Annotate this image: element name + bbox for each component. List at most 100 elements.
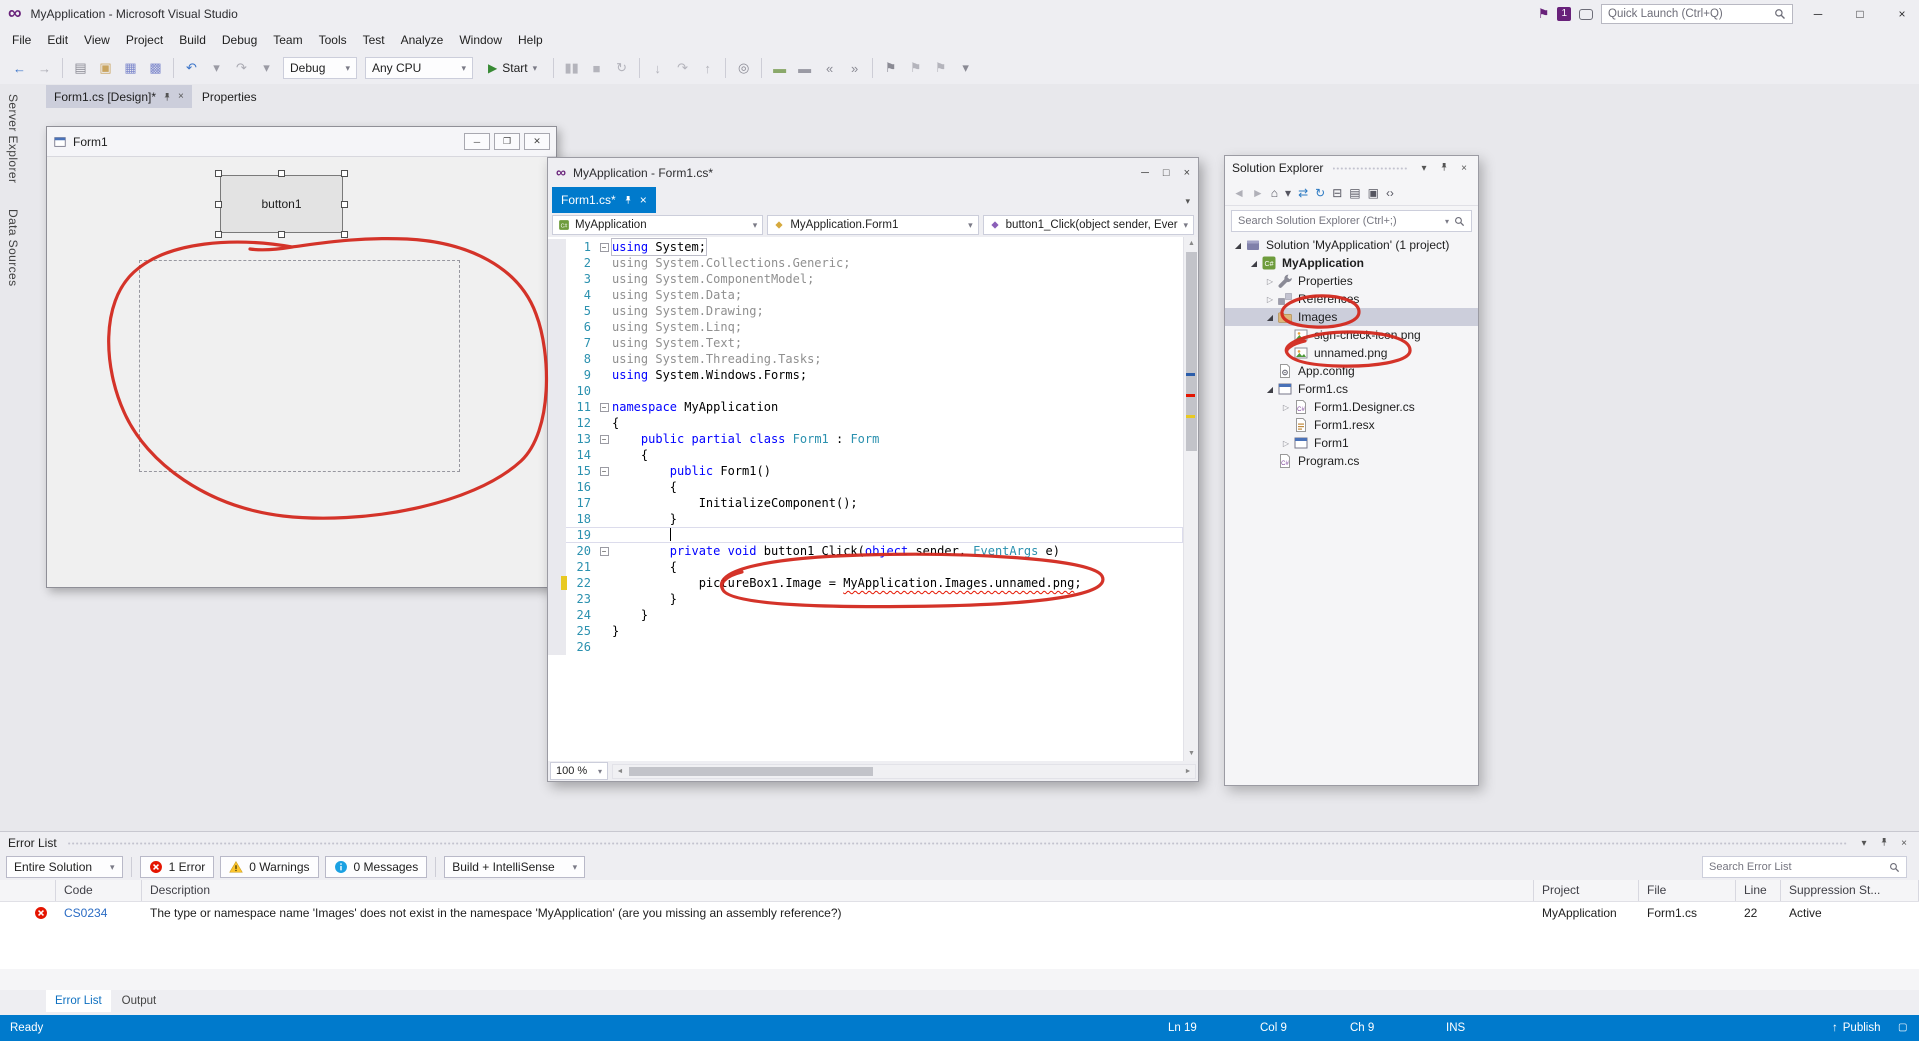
- menu-debug[interactable]: Debug: [214, 30, 265, 50]
- tree-item-references[interactable]: ▷References: [1225, 290, 1478, 308]
- expander-icon[interactable]: ◢: [1231, 241, 1245, 250]
- close-icon[interactable]: ×: [178, 91, 184, 102]
- window-position-icon[interactable]: ▾: [1857, 838, 1871, 849]
- column-header-line[interactable]: Line: [1736, 880, 1781, 901]
- navigate-forward-icon[interactable]: →: [33, 56, 56, 80]
- pin-icon[interactable]: [162, 92, 172, 102]
- tree-item-program-cs[interactable]: Program.cs: [1225, 452, 1478, 470]
- comment-icon[interactable]: ▬: [768, 56, 791, 80]
- editor-margin[interactable]: [548, 415, 566, 431]
- save-icon[interactable]: ▦: [119, 56, 142, 80]
- editor-margin[interactable]: [548, 623, 566, 639]
- code-window-titlebar[interactable]: ∞ MyApplication - Form1.cs* ─ □ ×: [548, 158, 1198, 187]
- side-tab-data-sources[interactable]: Data Sources: [6, 203, 20, 293]
- tree-item-form1-designer-cs[interactable]: ▷Form1.Designer.cs: [1225, 398, 1478, 416]
- restart-icon[interactable]: ↻: [610, 56, 633, 80]
- pin-icon[interactable]: [623, 195, 633, 205]
- severity-column-header[interactable]: [0, 880, 56, 901]
- show-all-files-icon[interactable]: ▤: [1349, 186, 1360, 200]
- editor-margin[interactable]: [548, 335, 566, 351]
- editor-margin[interactable]: [548, 399, 566, 415]
- collapse-all-icon[interactable]: ⊟: [1332, 186, 1342, 200]
- editor-margin[interactable]: [548, 255, 566, 271]
- tree-item-properties[interactable]: ▷Properties: [1225, 272, 1478, 290]
- solution-explorer-titlebar[interactable]: Solution Explorer ▾ ×: [1225, 156, 1478, 180]
- vertical-scrollbar[interactable]: ▲ ▼: [1183, 237, 1198, 761]
- menu-team[interactable]: Team: [265, 30, 310, 50]
- form-close-button[interactable]: ✕: [524, 133, 550, 150]
- expander-icon[interactable]: ◢: [1247, 259, 1261, 268]
- editor-margin[interactable]: [548, 431, 566, 447]
- scrollbar-thumb[interactable]: [1186, 252, 1197, 451]
- sync-with-active-document-icon[interactable]: ⇄: [1298, 186, 1308, 200]
- properties-window-icon[interactable]: ▣: [1368, 186, 1379, 200]
- menu-test[interactable]: Test: [355, 30, 393, 50]
- editor-margin[interactable]: [548, 447, 566, 463]
- expander-icon[interactable]: ◢: [1263, 313, 1277, 322]
- resize-handle-w[interactable]: [215, 201, 222, 208]
- switch-views-icon[interactable]: ▾: [1285, 186, 1291, 200]
- tree-item-images[interactable]: ◢Images: [1225, 308, 1478, 326]
- column-header-file[interactable]: File: [1639, 880, 1736, 901]
- designer-titlebar[interactable]: Form1 ─ ❐ ✕: [47, 127, 556, 157]
- toggle-bookmark-icon[interactable]: ⚑: [879, 56, 902, 80]
- expander-icon[interactable]: ▷: [1263, 277, 1277, 286]
- editor-margin[interactable]: [548, 559, 566, 575]
- fold-marker[interactable]: −: [596, 239, 612, 255]
- editor-margin[interactable]: [548, 575, 566, 591]
- form-minimize-button[interactable]: ─: [464, 133, 490, 150]
- quick-launch-input[interactable]: Quick Launch (Ctrl+Q): [1601, 4, 1793, 24]
- pause-icon[interactable]: ▮▮: [560, 56, 583, 80]
- code-minimize-button[interactable]: ─: [1141, 167, 1149, 179]
- start-debugging-button[interactable]: ▶Start▾: [481, 56, 544, 80]
- tab-form1-cs[interactable]: Form1.cs* ×: [552, 187, 656, 213]
- home-icon[interactable]: ⌂: [1271, 186, 1278, 200]
- solution-platform-dropdown[interactable]: Any CPU▾: [365, 57, 473, 79]
- button1-control[interactable]: button1: [220, 175, 343, 233]
- error-code-cell[interactable]: CS0234: [56, 906, 142, 920]
- editor-margin[interactable]: [548, 527, 566, 543]
- error-row[interactable]: CS0234The type or namespace name 'Images…: [0, 902, 1919, 924]
- editor-margin[interactable]: [548, 303, 566, 319]
- fold-marker[interactable]: −: [596, 431, 612, 447]
- editor-margin[interactable]: [548, 511, 566, 527]
- expander-icon[interactable]: ▷: [1263, 295, 1277, 304]
- minimize-button[interactable]: ─: [1801, 0, 1835, 28]
- tree-item-myapplication[interactable]: ◢MyApplication: [1225, 254, 1478, 272]
- tab-properties[interactable]: Properties: [194, 85, 265, 108]
- editor-margin[interactable]: [548, 479, 566, 495]
- member-dropdown[interactable]: button1_Click(object sender, Ever ▾: [983, 215, 1194, 235]
- zoom-dropdown[interactable]: 100 % ▾: [550, 762, 608, 780]
- resize-handle-n[interactable]: [278, 170, 285, 177]
- editor-margin[interactable]: [548, 287, 566, 303]
- fold-marker[interactable]: −: [596, 543, 612, 559]
- type-dropdown[interactable]: MyApplication.Form1 ▾: [767, 215, 978, 235]
- menu-file[interactable]: File: [4, 30, 39, 50]
- scroll-down-icon[interactable]: ▼: [1184, 747, 1198, 761]
- step-into-icon[interactable]: ↓: [646, 56, 669, 80]
- menu-analyze[interactable]: Analyze: [393, 30, 452, 50]
- expander-icon[interactable]: ◢: [1263, 385, 1277, 394]
- tab-overflow-icon[interactable]: ▾: [1185, 196, 1190, 207]
- tab-form1-design[interactable]: Form1.cs [Design]* ×: [46, 85, 192, 108]
- editor-margin[interactable]: [548, 239, 566, 255]
- project-dropdown[interactable]: MyApplication ▾: [552, 215, 763, 235]
- save-all-icon[interactable]: ▩: [144, 56, 167, 80]
- publish-button[interactable]: ↑ Publish: [1832, 1015, 1880, 1041]
- editor-margin[interactable]: [548, 383, 566, 399]
- new-file-icon[interactable]: ▤: [69, 56, 92, 80]
- next-bookmark-icon[interactable]: ⚑: [929, 56, 952, 80]
- editor-margin[interactable]: [548, 351, 566, 367]
- column-header-code[interactable]: Code: [56, 880, 142, 901]
- pin-icon[interactable]: [1877, 837, 1891, 850]
- uncomment-icon[interactable]: ▬: [793, 56, 816, 80]
- close-icon[interactable]: ×: [1897, 838, 1911, 849]
- window-position-icon[interactable]: ▾: [1417, 163, 1431, 174]
- close-icon[interactable]: ×: [1457, 163, 1471, 174]
- close-button[interactable]: ×: [1885, 0, 1919, 28]
- solution-configuration-dropdown[interactable]: Debug▾: [283, 57, 357, 79]
- menu-project[interactable]: Project: [118, 30, 171, 50]
- bottom-tab-output[interactable]: Output: [113, 990, 166, 1012]
- errors-filter-button[interactable]: 1 Error: [140, 856, 215, 878]
- form-maximize-button[interactable]: ❐: [494, 133, 520, 150]
